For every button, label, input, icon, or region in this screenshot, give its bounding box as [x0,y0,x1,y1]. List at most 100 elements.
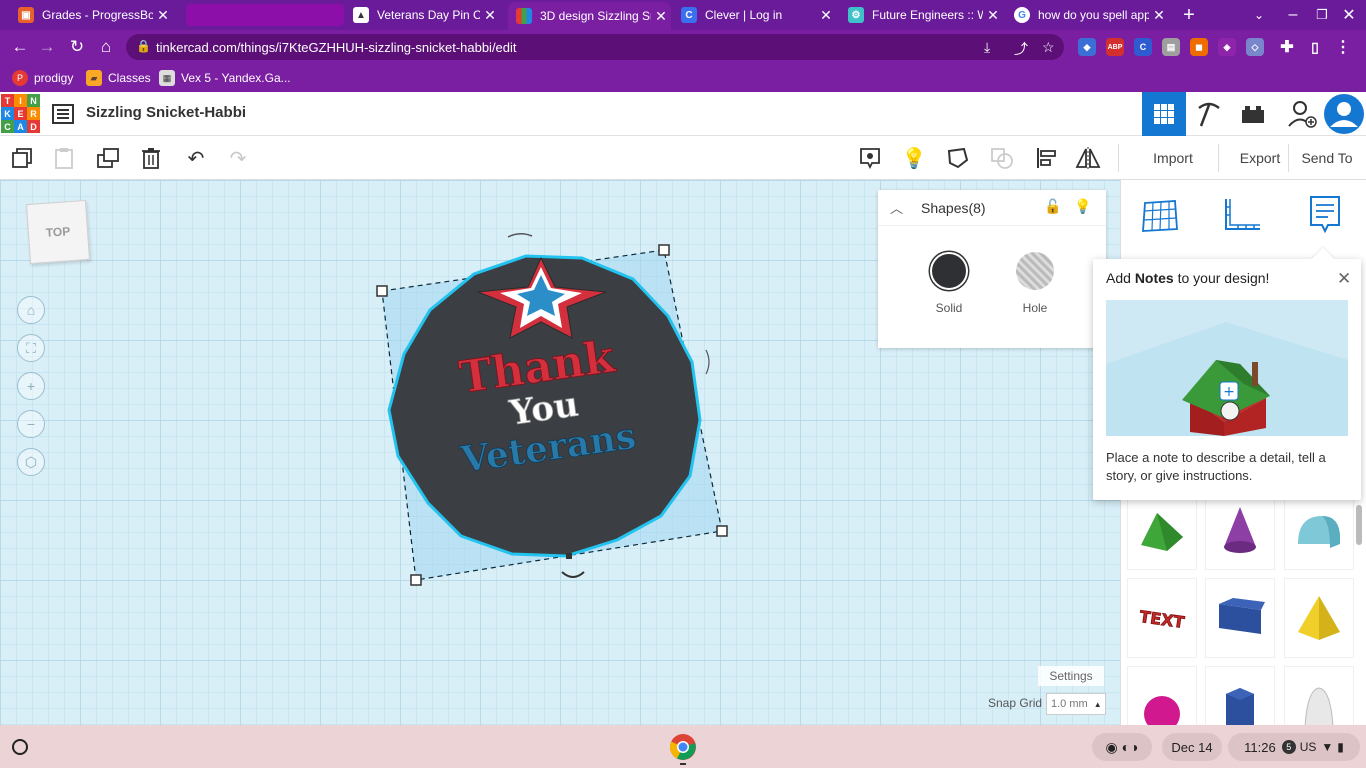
tab-tinkercad[interactable]: 3D design Sizzling Sni ✕ [508,2,671,30]
status-tray[interactable]: 11:26 5 US ▼ ▮ [1228,733,1360,761]
tinkercad-logo[interactable]: T I N K E R C A D [1,94,41,134]
home-icon[interactable]: ⌂ [95,36,117,58]
bookmark-vex5[interactable]: ▦ Vex 5 - Yandex.Ga... [159,68,291,88]
workplane-grid-icon[interactable] [1139,194,1181,236]
close-tab-icon[interactable]: ✕ [816,7,836,24]
close-tab-icon[interactable]: ✕ [153,7,173,24]
group-shape-icon[interactable] [944,144,972,172]
forward-icon[interactable]: → [36,36,58,58]
notes-view-icon[interactable] [856,144,884,172]
share-icon[interactable]: ⤴ [1014,39,1028,59]
folder-icon: ▰ [86,70,102,86]
extension-icon[interactable]: ◈ [1218,38,1236,56]
bookmark-prodigy[interactable]: P prodigy [12,68,73,88]
reload-icon[interactable]: ↻ [66,36,88,58]
unlock-icon[interactable]: 🔓 [1044,198,1061,215]
bookmark-label: prodigy [34,71,74,85]
adblock-extension-icon[interactable]: ABP [1106,38,1124,56]
align-icon[interactable] [1032,144,1060,172]
resize-handle [376,285,388,297]
shape-tile-paraboloid[interactable] [1284,666,1354,725]
bookmark-star-icon[interactable]: ☆ [1042,39,1055,56]
design-title[interactable]: Sizzling Snicket-Habbi [86,104,246,121]
paste-icon[interactable] [50,144,78,172]
toolbar-divider [1218,144,1219,172]
pickaxe-icon[interactable] [1187,92,1231,136]
future-engineers-icon: ⚙ [848,7,864,23]
tab-google[interactable]: G how do you spell app ✕ [1006,2,1169,28]
shape-tile-roof[interactable] [1127,490,1197,570]
browser-tab-strip: ▣ Grades - ProgressBook ✕ ▲ Veterans Day… [0,0,1366,30]
import-button[interactable]: Import [1128,144,1218,172]
tab-title: Veterans Day Pin Con [377,8,480,22]
hole-swatch[interactable] [1016,252,1054,290]
shield-extension-icon[interactable]: ◆ [1078,38,1096,56]
ungroup-icon[interactable] [988,144,1016,172]
minimize-icon[interactable]: – [1282,0,1304,30]
menu-dots-icon[interactable]: ⋮ [1334,38,1352,56]
tab-progressbook[interactable]: ▣ Grades - ProgressBook ✕ [10,2,173,28]
back-icon[interactable]: ← [9,36,31,58]
close-icon[interactable]: ✕ [1337,269,1351,289]
undo-icon[interactable]: ↶ [182,144,210,172]
shape-tile-box-blue[interactable] [1205,578,1275,658]
extension-icon[interactable]: ▤ [1162,38,1180,56]
shape-tile-pyramid[interactable] [1284,578,1354,658]
duplicate-icon[interactable] [94,144,122,172]
shape-tile-polygon[interactable] [1205,666,1275,725]
install-icon[interactable]: ⤓ [984,39,990,56]
address-bar[interactable]: 🔒 tinkercad.com/things/i7KteGZHHUH-sizzl… [126,34,1064,60]
solid-swatch[interactable] [930,252,968,290]
bookmark-label: Vex 5 - Yandex.Ga... [181,71,291,85]
notes-icon[interactable] [1304,194,1346,236]
close-tab-icon[interactable]: ✕ [983,7,1003,24]
resize-handle [658,244,670,256]
side-panel-icon[interactable]: ▯ [1306,38,1324,56]
date-tray[interactable]: Dec 14 [1162,733,1222,761]
close-window-icon[interactable]: ✕ [1338,0,1360,30]
shape-tile-text[interactable]: TEXT [1127,578,1197,658]
3d-view-grid-icon[interactable] [1142,92,1186,136]
restore-window-icon[interactable]: ❐ [1311,0,1333,30]
tab-title: 3D design Sizzling Sni [540,9,651,23]
sidebar-scrollbar[interactable] [1356,505,1362,545]
extension-icon[interactable]: ◇ [1246,38,1264,56]
puzzle-extensions-icon[interactable]: ✚ [1278,38,1296,56]
send-to-button[interactable]: Send To [1288,144,1366,172]
shape-tile-sphere[interactable] [1127,666,1197,725]
close-tab-icon[interactable]: ✕ [480,7,500,24]
close-tab-icon[interactable]: ✕ [651,8,671,25]
tab-clever[interactable]: C Clever | Log in ✕ [673,2,836,28]
tab-future-engineers[interactable]: ⚙ Future Engineers :: W ✕ [840,2,1003,28]
mirror-icon[interactable] [1074,144,1102,172]
snap-grid-select[interactable]: 1.0 mm ▲ [1046,693,1106,715]
add-user-icon[interactable] [1280,92,1324,136]
redo-icon[interactable]: ↷ [224,144,252,172]
tab-redacted[interactable] [178,2,344,28]
tab-search-icon[interactable]: ⌄ [1248,0,1270,30]
bookmark-classes[interactable]: ▰ Classes [86,68,151,88]
lightbulb-icon[interactable]: 💡 [1074,198,1091,215]
clever-extension-icon[interactable]: C [1134,38,1152,56]
new-tab-button[interactable]: + [1176,0,1202,30]
launcher-icon[interactable] [8,735,32,759]
settings-button[interactable]: Settings [1038,666,1104,686]
tab-veterans-day[interactable]: ▲ Veterans Day Pin Con ✕ [345,2,500,28]
shape-tile-half-cylinder[interactable] [1284,490,1354,570]
bricks-icon[interactable] [1231,92,1275,136]
tote-tray[interactable]: ◉ ◐◑ [1092,733,1152,761]
rotate-arrow-icon [705,349,710,375]
lightbulb-icon[interactable]: 💡 [900,144,928,172]
avatar[interactable] [1322,92,1366,136]
copy-icon[interactable] [8,144,36,172]
collapse-chevron-icon[interactable]: ︿ [890,198,903,217]
delete-trash-icon[interactable] [137,144,165,172]
toolbar-divider [1118,144,1119,172]
design-list-icon[interactable] [52,104,74,124]
ruler-icon[interactable] [1221,194,1263,236]
close-tab-icon[interactable]: ✕ [1149,7,1169,24]
extension-icon[interactable]: ◼ [1190,38,1208,56]
chrome-icon[interactable] [668,732,698,762]
shape-tile-cone[interactable] [1205,490,1275,570]
notification-count-badge: 5 [1281,740,1296,754]
